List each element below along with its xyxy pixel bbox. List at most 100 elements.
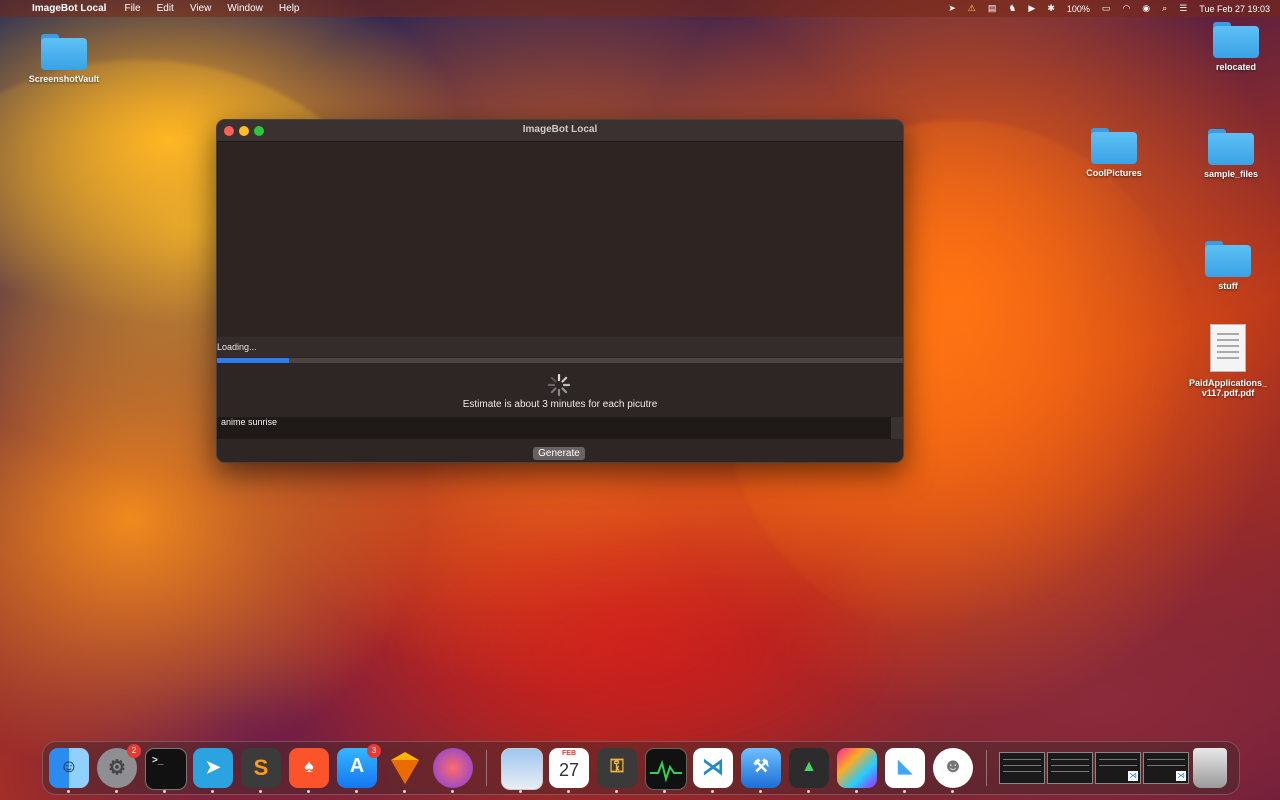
- vscode-icon: ⋊: [1176, 771, 1186, 781]
- minimized-window-thumbnail[interactable]: [1047, 752, 1093, 784]
- running-indicator: [855, 790, 858, 793]
- image-preview-area: [217, 142, 903, 336]
- menu-bar: ImageBot Local File Edit View Window Hel…: [0, 0, 1280, 17]
- calendar-day: 27: [558, 760, 580, 780]
- keychain-access-icon[interactable]: ⚿: [597, 748, 637, 788]
- warning-status-icon[interactable]: ⚠: [968, 3, 976, 14]
- running-indicator: [163, 790, 166, 793]
- user-icon[interactable]: ◉: [1142, 3, 1150, 14]
- running-indicator: [759, 790, 762, 793]
- window-title: ImageBot Local: [522, 124, 598, 135]
- running-indicator: [519, 790, 522, 793]
- dock-separator: [486, 750, 487, 786]
- minimized-window-thumbnail[interactable]: ⋊: [1095, 752, 1141, 784]
- menubar-clock[interactable]: Tue Feb 27 19:03: [1199, 4, 1270, 14]
- finder-icon[interactable]: ☺: [49, 748, 89, 788]
- robot-app-icon[interactable]: ☻: [933, 748, 973, 788]
- spotlight-search-icon[interactable]: ⌕: [1162, 3, 1167, 14]
- sketch-icon[interactable]: [385, 748, 425, 788]
- dropbox-status-icon[interactable]: ▤: [988, 3, 997, 14]
- running-indicator: [307, 790, 310, 793]
- bluetooth-icon[interactable]: ✱: [1047, 3, 1055, 14]
- telegram-status-icon[interactable]: ➤: [948, 3, 956, 14]
- xcode-icon[interactable]: ⚒: [741, 748, 781, 788]
- generate-row: Generate: [217, 440, 903, 462]
- preview-icon[interactable]: [501, 748, 543, 790]
- estimate-text: Estimate is about 3 minutes for each pic…: [462, 399, 658, 410]
- notification-badge: 3: [367, 744, 381, 758]
- menu-help[interactable]: Help: [271, 3, 308, 14]
- app-store-icon[interactable]: A 3: [337, 744, 381, 788]
- running-indicator: [663, 790, 666, 793]
- running-indicator: [903, 790, 906, 793]
- running-indicator: [711, 790, 714, 793]
- gradient-app-icon[interactable]: [837, 748, 877, 788]
- wifi-icon[interactable]: ◠: [1122, 3, 1130, 14]
- menu-app-name[interactable]: ImageBot Local: [28, 3, 116, 14]
- running-indicator: [67, 790, 70, 793]
- status-area: Estimate is about 3 minutes for each pic…: [217, 363, 903, 417]
- play-status-icon[interactable]: ▶: [1028, 3, 1035, 14]
- desktop-icon-label: PaidApplications_: [1188, 378, 1268, 388]
- desktop-icon-label: sample_files: [1203, 169, 1259, 179]
- loading-row: Loading...: [217, 337, 903, 357]
- minimized-window-thumbnail[interactable]: ⋊: [1143, 752, 1189, 784]
- alfred-status-icon[interactable]: ♞: [1008, 3, 1016, 14]
- desktop-icon-label: v117.pdf.pdf: [1201, 388, 1255, 398]
- trash-icon[interactable]: [1193, 748, 1227, 788]
- battery-icon[interactable]: ▭: [1102, 3, 1111, 14]
- desktop-folder-screenshotvault[interactable]: ScreenshotVault: [14, 34, 114, 84]
- desktop-file-pdf[interactable]: PaidApplications_ v117.pdf.pdf: [1178, 324, 1278, 398]
- battery-percent[interactable]: 100%: [1067, 4, 1090, 14]
- loading-label: Loading...: [217, 342, 257, 352]
- sublime-text-icon[interactable]: S: [241, 748, 281, 788]
- control-center-icon[interactable]: ☰: [1179, 3, 1187, 14]
- money-app-icon[interactable]: ▲: [789, 748, 829, 788]
- prompt-value: anime sunrise: [221, 417, 278, 427]
- arc-browser-icon[interactable]: [433, 748, 473, 788]
- status-area: ➤ ⚠ ▤ ♞ ▶ ✱ 100% ▭ ◠ ◉ ⌕ ☰ Tue Feb 27 19…: [948, 0, 1270, 17]
- running-indicator: [451, 790, 454, 793]
- terminal-icon[interactable]: >_: [145, 748, 187, 790]
- flutter-icon[interactable]: ◣: [885, 748, 925, 788]
- brave-browser-icon[interactable]: ♠: [289, 748, 329, 788]
- desktop-icon-label: relocated: [1215, 62, 1257, 72]
- folder-icon: [1208, 129, 1254, 165]
- folder-icon: [1205, 241, 1251, 277]
- telegram-icon[interactable]: ➤: [193, 748, 233, 788]
- desktop-folder-stuff[interactable]: stuff: [1178, 241, 1278, 291]
- folder-icon: [1091, 128, 1137, 164]
- window-titlebar[interactable]: ImageBot Local: [217, 120, 903, 142]
- generate-button[interactable]: Generate: [533, 447, 585, 460]
- running-indicator: [355, 790, 358, 793]
- dock: ☺ ⚙ 2 >_ ➤ S ♠ A 3 FEB 27 ⚿ ⋊ ⚒ ▲ ◣ ☻ ⋊ …: [42, 741, 1240, 795]
- dock-separator: [986, 750, 987, 786]
- calendar-icon[interactable]: FEB 27: [549, 748, 589, 788]
- menu-view[interactable]: View: [182, 3, 220, 14]
- prompt-input[interactable]: anime sunrise: [217, 417, 891, 439]
- menu-window[interactable]: Window: [219, 3, 271, 14]
- vscode-icon[interactable]: ⋊: [693, 748, 733, 788]
- activity-monitor-icon[interactable]: [645, 748, 687, 790]
- prompt-scrollbar[interactable]: [891, 417, 903, 439]
- folder-icon: [1213, 22, 1259, 58]
- desktop-folder-coolpictures[interactable]: CoolPictures: [1064, 128, 1164, 178]
- menu-edit[interactable]: Edit: [149, 3, 182, 14]
- running-indicator: [807, 790, 810, 793]
- vscode-icon: ⋊: [1128, 771, 1138, 781]
- loading-spinner-icon: [547, 373, 571, 397]
- system-settings-icon[interactable]: ⚙ 2: [97, 744, 141, 788]
- running-indicator: [115, 790, 118, 793]
- minimized-window-thumbnail[interactable]: [999, 752, 1045, 784]
- desktop-icon-label: CoolPictures: [1086, 168, 1142, 178]
- desktop-icon-label: stuff: [1218, 281, 1238, 291]
- running-indicator: [567, 790, 570, 793]
- desktop-folder-sample-files[interactable]: sample_files: [1181, 129, 1280, 179]
- menu-file[interactable]: File: [116, 3, 148, 14]
- pdf-document-icon: [1210, 324, 1246, 372]
- folder-icon: [41, 34, 87, 70]
- notification-badge: 2: [127, 744, 141, 758]
- imagebot-window: ImageBot Local Loading... Estimate is ab…: [216, 119, 904, 463]
- running-indicator: [259, 790, 262, 793]
- desktop-folder-relocated[interactable]: relocated: [1186, 22, 1280, 72]
